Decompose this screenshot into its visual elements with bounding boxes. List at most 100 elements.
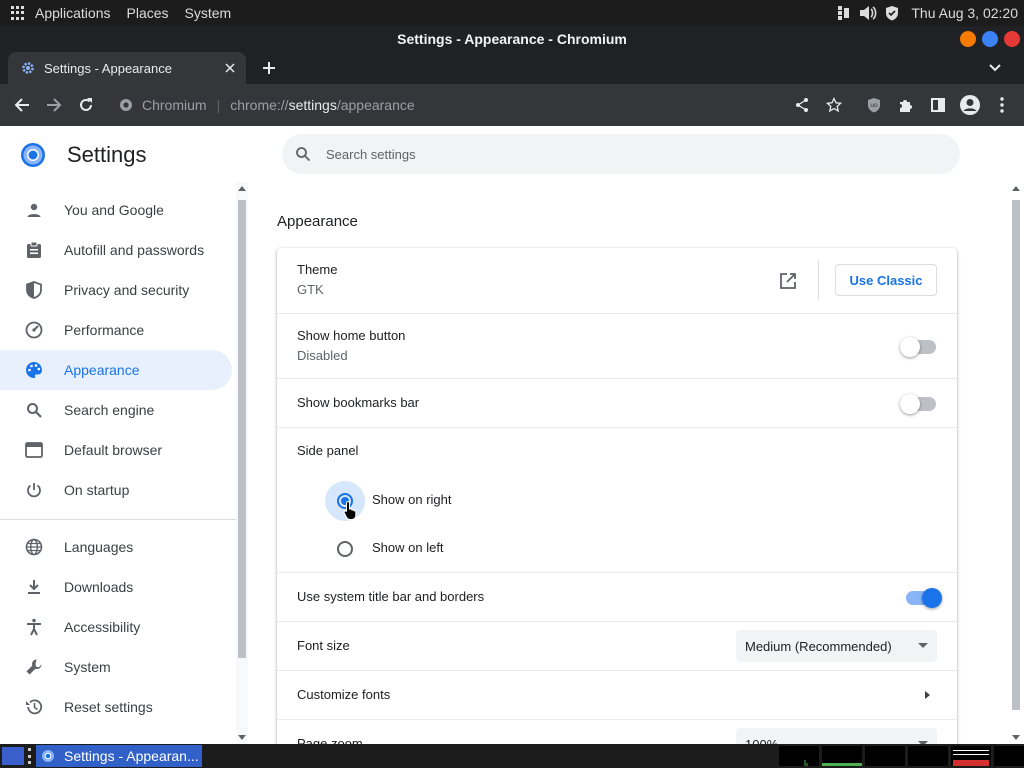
- back-button[interactable]: [10, 93, 34, 117]
- share-icon[interactable]: [790, 93, 814, 117]
- customize-fonts-row[interactable]: Customize fonts: [277, 670, 957, 719]
- shield-check-icon[interactable]: [883, 4, 901, 22]
- search-input[interactable]: [326, 146, 926, 162]
- globe-icon: [24, 537, 44, 557]
- forward-button[interactable]: [42, 93, 66, 117]
- url-separator: |: [216, 97, 221, 113]
- bookmark-star-icon[interactable]: [822, 93, 846, 117]
- sidebar-item-on-startup[interactable]: On startup: [0, 470, 232, 510]
- menu-applications[interactable]: Applications: [35, 5, 111, 21]
- sidebar-item-languages[interactable]: Languages: [0, 527, 232, 567]
- bookmarks-bar-toggle[interactable]: [900, 394, 936, 414]
- chromium-icon[interactable]: [118, 97, 134, 113]
- sidebar-item-default-browser[interactable]: Default browser: [0, 430, 232, 470]
- tab-title: Settings - Appearance: [44, 60, 172, 76]
- clock[interactable]: Thu Aug 3, 02:20: [911, 5, 1018, 21]
- scrollbar-thumb[interactable]: [238, 200, 246, 658]
- settings-search[interactable]: [282, 134, 960, 174]
- home-button-row[interactable]: Show home button Disabled: [277, 313, 957, 378]
- appearance-card: Theme GTK Use Classic Show home button D…: [277, 248, 957, 768]
- new-tab-button[interactable]: [258, 57, 280, 79]
- radio-show-on-left[interactable]: [337, 541, 353, 557]
- close-tab-icon[interactable]: [220, 58, 240, 78]
- scroll-up-arrow-icon[interactable]: [238, 186, 246, 191]
- bookmarks-bar-row[interactable]: Show bookmarks bar: [277, 378, 957, 427]
- scroll-down-arrow-icon[interactable]: [1012, 735, 1020, 740]
- settings-header: Settings: [0, 126, 1024, 182]
- disk-monitor-graph[interactable]: [994, 746, 1024, 766]
- clipboard-icon: [24, 240, 44, 260]
- menu-places[interactable]: Places: [127, 5, 169, 21]
- tab-search-chevron-icon[interactable]: [984, 57, 1006, 79]
- sidebar-item-appearance[interactable]: Appearance: [0, 350, 232, 390]
- scroll-down-arrow-icon[interactable]: [238, 735, 246, 740]
- sidebar-item-reset-settings[interactable]: Reset settings: [0, 687, 232, 727]
- sidebar-item-performance[interactable]: Performance: [0, 310, 232, 350]
- tab-settings-appearance[interactable]: Settings - Appearance: [8, 52, 246, 84]
- network-icon[interactable]: [835, 4, 853, 22]
- maximize-button[interactable]: [982, 31, 998, 47]
- minimize-button[interactable]: [960, 31, 976, 47]
- use-classic-button[interactable]: Use Classic: [835, 264, 937, 296]
- taskbar-item-chromium[interactable]: Settings - Appearan...: [36, 745, 202, 767]
- url-host: settings: [288, 97, 337, 113]
- apps-grid-icon[interactable]: [11, 6, 25, 20]
- main-scrollbar[interactable]: [1010, 182, 1022, 744]
- system-title-bar-label: Use system title bar and borders: [297, 589, 485, 604]
- swap-monitor-graph[interactable]: [908, 746, 948, 766]
- sidebar-item-system[interactable]: System: [0, 647, 232, 687]
- show-desktop-button[interactable]: [2, 747, 24, 765]
- menu-kebab-icon[interactable]: [990, 93, 1014, 117]
- radio-label-show-on-left[interactable]: Show on left: [372, 540, 444, 555]
- reload-button[interactable]: [74, 93, 98, 117]
- page-title: Settings: [67, 142, 147, 167]
- close-window-button[interactable]: [1004, 31, 1020, 47]
- panel-handle[interactable]: [28, 748, 32, 764]
- url-scheme: chrome://: [230, 97, 289, 113]
- sidebar-item-you-and-google[interactable]: You and Google: [0, 190, 232, 230]
- extensions-puzzle-icon[interactable]: [894, 93, 918, 117]
- sidebar-item-label: Privacy and security: [64, 282, 190, 298]
- sidebar-item-privacy[interactable]: Privacy and security: [0, 270, 232, 310]
- menu-system[interactable]: System: [185, 5, 232, 21]
- load-monitor-graph[interactable]: [951, 746, 991, 766]
- network-monitor-graph[interactable]: [865, 746, 905, 766]
- font-size-row: Font size Medium (Recommended): [277, 621, 957, 670]
- svg-text:uo: uo: [870, 102, 878, 109]
- chromium-logo-icon: [20, 142, 46, 168]
- sidebar-item-label: Accessibility: [64, 619, 141, 635]
- memory-monitor-graph[interactable]: [822, 746, 862, 766]
- open-in-new-icon[interactable]: [777, 270, 799, 292]
- font-size-select[interactable]: Medium (Recommended): [736, 630, 937, 662]
- system-title-bar-toggle[interactable]: [906, 588, 942, 608]
- sidebar-divider: [0, 519, 236, 520]
- scroll-up-arrow-icon[interactable]: [1012, 186, 1020, 191]
- volume-icon[interactable]: [859, 4, 877, 22]
- sidebar-item-autofill[interactable]: Autofill and passwords: [0, 230, 232, 270]
- search-icon: [24, 400, 44, 420]
- ublock-shield-icon[interactable]: uo: [862, 93, 886, 117]
- taskbar-item-label: Settings - Appearan...: [64, 748, 199, 764]
- sidebar-item-downloads[interactable]: Downloads: [0, 567, 232, 607]
- side-panel-label: Side panel: [297, 443, 359, 458]
- customize-fonts-label: Customize fonts: [297, 687, 391, 702]
- window-title: Settings - Appearance - Chromium: [397, 31, 627, 47]
- address-bar[interactable]: Chromium | chrome://settings/appearance: [108, 89, 848, 121]
- sidebar-item-label: Search engine: [64, 402, 155, 418]
- home-button-toggle[interactable]: [900, 337, 936, 357]
- cpu-monitor-graph[interactable]: [779, 746, 819, 766]
- radio-label-show-on-right[interactable]: Show on right: [372, 492, 452, 507]
- sidebar-item-label: On startup: [64, 482, 130, 498]
- sidebar-item-label: System: [64, 659, 111, 675]
- sidebar-item-accessibility[interactable]: Accessibility: [0, 607, 232, 647]
- section-title: Appearance: [277, 213, 358, 230]
- side-panel-icon[interactable]: [926, 93, 950, 117]
- palette-icon: [24, 360, 44, 380]
- side-panel-row: Side panel Show on right Show on left: [277, 427, 957, 572]
- system-title-bar-row[interactable]: Use system title bar and borders: [277, 572, 957, 621]
- sidebar-scrollbar[interactable]: [236, 182, 248, 744]
- font-size-label: Font size: [297, 638, 350, 653]
- profile-avatar-icon[interactable]: [958, 93, 982, 117]
- sidebar-item-search-engine[interactable]: Search engine: [0, 390, 232, 430]
- scrollbar-thumb[interactable]: [1012, 200, 1020, 710]
